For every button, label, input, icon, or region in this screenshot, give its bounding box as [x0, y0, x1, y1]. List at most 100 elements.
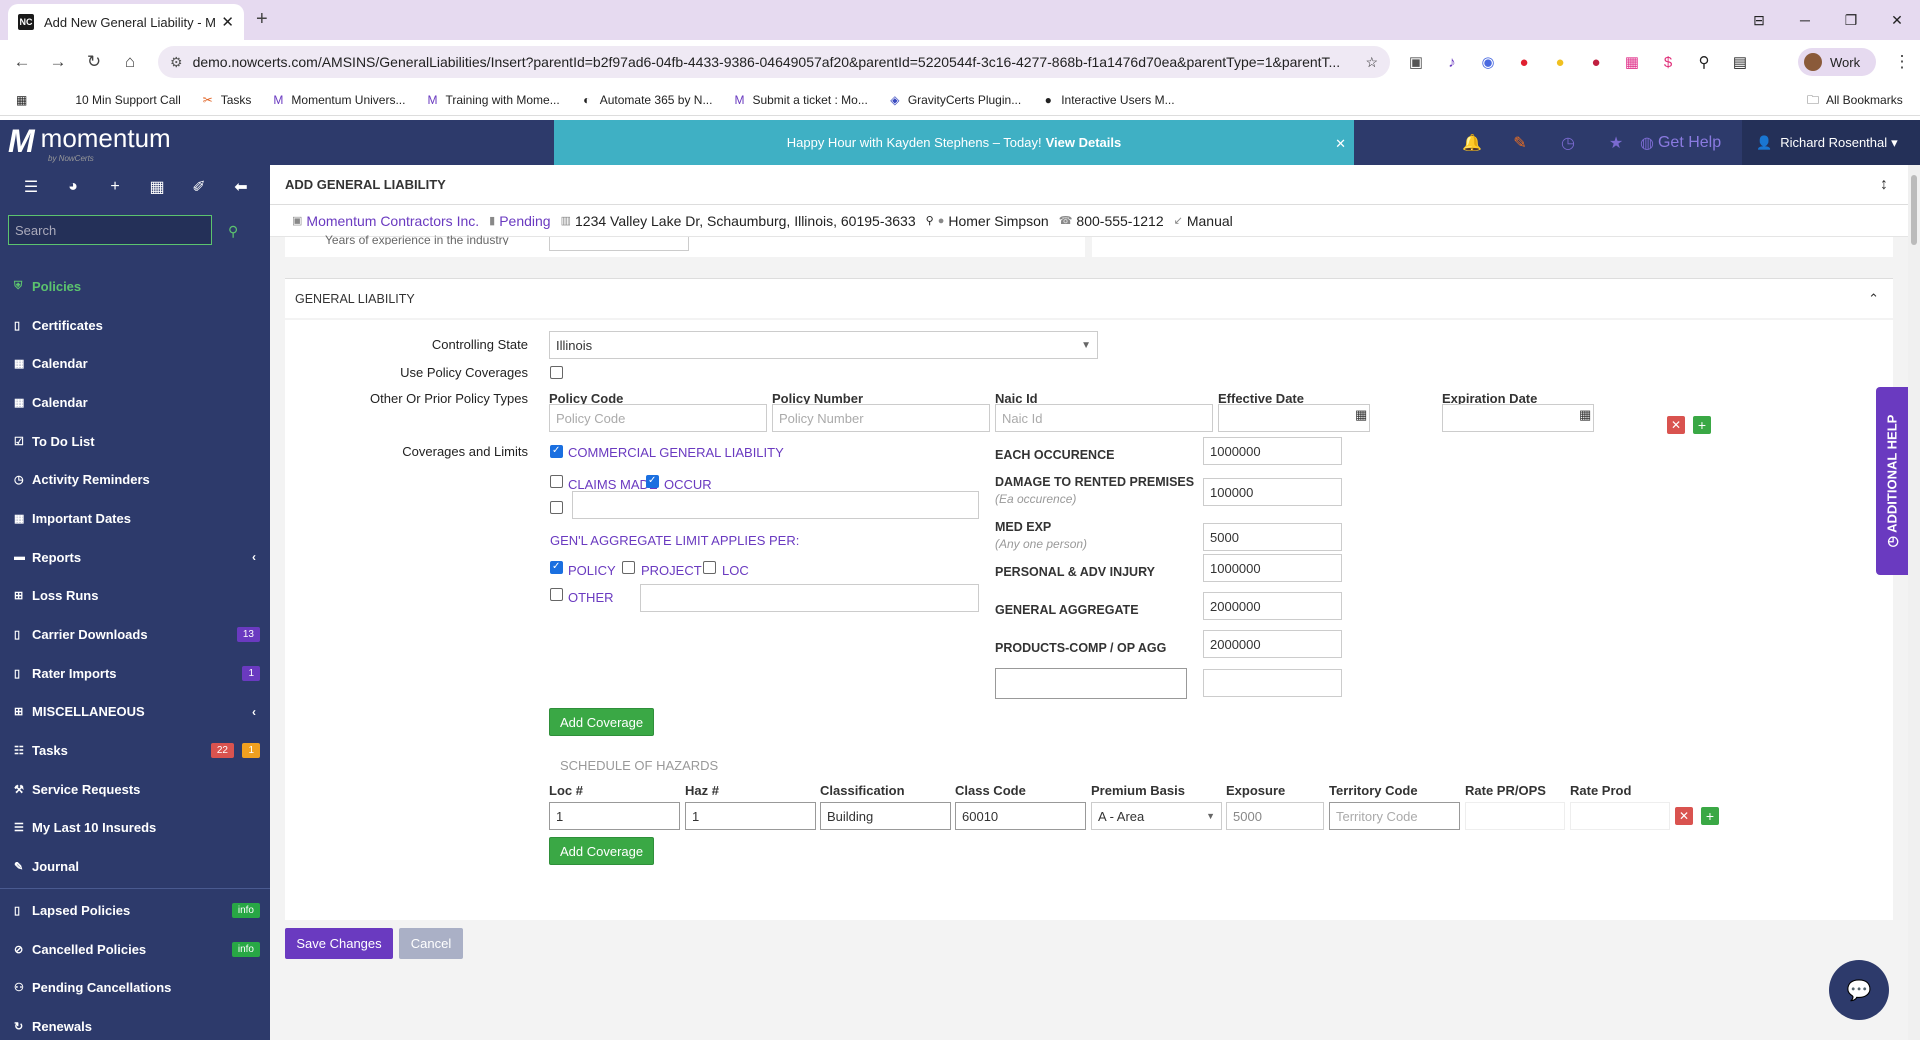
gl-section-header[interactable]: GENERAL LIABILITY ⌃ [285, 278, 1893, 318]
home-icon[interactable]: ⌂ [112, 52, 148, 72]
chevron-up-icon[interactable]: ⌃ [1868, 291, 1879, 307]
sidebar-item-important-dates[interactable]: ▦ Important Dates [0, 499, 270, 538]
palette-icon[interactable]: ◕ [52, 178, 94, 196]
hamburger-icon[interactable]: ☰ [10, 177, 52, 197]
controlling-state-select[interactable]: Illinois ▼ [549, 331, 1098, 359]
sidebar-item-cancelled-policies[interactable]: ⊘ Cancelled Policies info [0, 930, 270, 969]
extension-icon[interactable]: $ [1650, 54, 1686, 71]
expand-vertical-icon[interactable]: ↕ [1880, 176, 1888, 194]
sidebar-item-rater-imports[interactable]: ▯ Rater Imports 1 [0, 654, 270, 693]
scroll-thumb[interactable] [1911, 175, 1917, 245]
menu-kebab-icon[interactable]: ⋮ [1884, 52, 1920, 72]
new-tab-icon[interactable]: + [256, 8, 268, 31]
add-row-button[interactable]: + [1693, 416, 1711, 434]
loc-checkbox[interactable] [703, 561, 716, 574]
custom-limit-name-input[interactable] [995, 668, 1187, 699]
damage-rented-input[interactable]: 100000 [1203, 478, 1342, 506]
get-help-link[interactable]: Get Help [1658, 134, 1721, 152]
bookmark-item[interactable]: ✂ Tasks [201, 93, 252, 107]
sidebar-item-lapsed-policies[interactable]: ▯ Lapsed Policies info [0, 891, 270, 930]
profile-button[interactable]: Work [1798, 48, 1876, 76]
extensions-puzzle-icon[interactable]: ⚲ [1686, 53, 1722, 71]
bookmark-item[interactable]: M Training with Mome... [425, 93, 559, 107]
sidebar-item-todo[interactable]: ☑ To Do List [0, 422, 270, 461]
sidebar-item-pending-cancellations[interactable]: ⚇ Pending Cancellations [0, 968, 270, 1007]
sidebar-item-reports[interactable]: ▬ Reports ‹ [0, 538, 270, 577]
back-icon[interactable]: ← [4, 52, 40, 72]
extension-icon[interactable]: ♪ [1434, 54, 1470, 71]
policy-code-input[interactable]: Policy Code [549, 404, 767, 432]
prev-field-input[interactable] [549, 237, 689, 251]
policy-checkbox[interactable] [550, 561, 563, 574]
save-changes-button[interactable]: Save Changes [285, 928, 393, 959]
map-marker-icon[interactable]: ⚲ [926, 214, 934, 227]
arrow-left-icon[interactable]: ⬅ [220, 177, 262, 197]
bell-icon[interactable]: 🔔 [1448, 133, 1496, 153]
hz-loc-input[interactable]: 1 [549, 802, 680, 830]
bookmark-item[interactable]: M Submit a ticket : Mo... [732, 93, 867, 107]
extension-icon[interactable]: ● [1542, 54, 1578, 71]
chat-bubble-icon[interactable]: 💬 [1829, 960, 1889, 1020]
calendar-icon[interactable]: ▦ [1579, 407, 1591, 423]
close-tab-icon[interactable]: ✕ [221, 13, 234, 31]
remove-row-button[interactable]: ✕ [1667, 416, 1685, 434]
magic-wand-icon[interactable]: ✎ [1496, 133, 1544, 153]
each-occurrence-input[interactable]: 1000000 [1203, 437, 1342, 465]
sidebar-item-carrier-downloads[interactable]: ▯ Carrier Downloads 13 [0, 615, 270, 654]
policy-number-input[interactable]: Policy Number [772, 404, 990, 432]
sidebar-item-last-10-insureds[interactable]: ☰ My Last 10 Insureds [0, 809, 270, 848]
history-icon[interactable]: ◷ [1544, 133, 1592, 153]
reload-icon[interactable]: ↻ [76, 52, 112, 72]
restore-icon[interactable]: ❐ [1828, 12, 1874, 29]
sidebar-item-tasks[interactable]: ☷ Tasks 22 1 [0, 731, 270, 770]
apps-grid-icon[interactable]: ▦ [16, 93, 27, 107]
bookmark-item[interactable]: ◐ Automate 365 by N... [580, 93, 712, 107]
close-window-icon[interactable]: ✕ [1874, 12, 1920, 29]
side-panel-icon[interactable]: ▤ [1722, 53, 1758, 71]
hz-rate-ops-input[interactable] [1465, 802, 1565, 830]
bookmark-item[interactable]: 10 Min Support Call [75, 93, 180, 107]
naic-input[interactable]: Naic Id [995, 404, 1213, 432]
use-policy-coverages-checkbox[interactable] [550, 366, 563, 379]
site-info-icon[interactable]: ⚙ [170, 54, 183, 71]
extension-icon[interactable]: ● [1506, 54, 1542, 71]
add-hazard-button[interactable]: + [1701, 807, 1719, 825]
all-bookmarks[interactable]: 🗀 All Bookmarks [1806, 93, 1903, 107]
custom-coverage-checkbox[interactable] [550, 501, 563, 514]
add-hazard-coverage-button[interactable]: Add Coverage [549, 837, 655, 865]
magic-wand-icon[interactable]: ✐ [178, 177, 220, 197]
general-aggregate-input[interactable]: 2000000 [1203, 592, 1342, 620]
bookmark-item[interactable]: ● Interactive Users M... [1041, 93, 1175, 107]
custom-limit-value-input[interactable] [1203, 669, 1342, 697]
extension-icon[interactable]: ◉ [1470, 53, 1506, 71]
extension-icon[interactable]: ● [1578, 54, 1614, 71]
sidebar-item-calendar-2[interactable]: ▦ Calendar [0, 383, 270, 422]
occur-checkbox[interactable] [646, 475, 659, 488]
med-exp-input[interactable]: 5000 [1203, 523, 1342, 551]
forward-icon[interactable]: → [40, 52, 76, 72]
page-scrollbar[interactable] [1908, 165, 1920, 1040]
cancel-button[interactable]: Cancel [399, 928, 463, 959]
calendar-icon[interactable]: ▦ [1355, 407, 1367, 423]
minimize-icon[interactable]: ─ [1782, 12, 1828, 28]
user-menu[interactable]: 👤 Richard Rosenthal ▾ [1742, 120, 1920, 165]
bookmark-item[interactable]: ◈ GravityCerts Plugin... [888, 93, 1021, 107]
tab-search-icon[interactable]: ⊟ [1736, 12, 1782, 29]
sidebar-search-input[interactable]: Search [8, 215, 212, 245]
other-checkbox[interactable] [550, 588, 563, 601]
hz-haz-input[interactable]: 1 [685, 802, 816, 830]
hz-class-input[interactable]: Building [820, 802, 951, 830]
star-icon[interactable]: ★ [1592, 133, 1640, 153]
insured-link[interactable]: Momentum Contractors Inc. [306, 213, 479, 229]
close-banner-icon[interactable]: ✕ [1335, 136, 1346, 152]
momentum-logo[interactable]: M momentum by NowCerts [8, 125, 171, 163]
promo-link[interactable]: View Details [1046, 135, 1122, 150]
extension-icon[interactable]: ▣ [1398, 53, 1434, 71]
url-bar[interactable]: ⚙ demo.nowcerts.com/AMSINS/GeneralLiabil… [158, 46, 1390, 78]
claims-made-checkbox[interactable] [550, 475, 563, 488]
help-icon[interactable]: ◍ [1640, 133, 1654, 153]
sidebar-item-policies[interactable]: ⛨ Policies [0, 267, 270, 306]
bookmark-star-icon[interactable]: ☆ [1365, 54, 1378, 71]
sidebar-item-activity-reminders[interactable]: ◷ Activity Reminders [0, 460, 270, 499]
additional-help-tab[interactable]: ◷ ADDITIONAL HELP [1876, 387, 1908, 575]
